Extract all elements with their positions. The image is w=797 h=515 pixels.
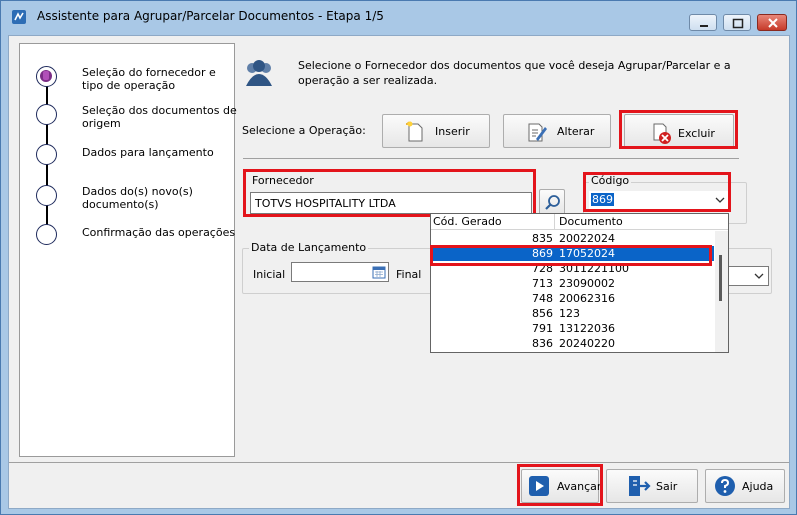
exit-label: Sair bbox=[656, 480, 678, 493]
dropdown-row[interactable]: 713 23090002 bbox=[431, 276, 714, 291]
wizard-window: Assistente para Agrupar/Parcelar Documen… bbox=[0, 0, 797, 515]
calendar-icon[interactable] bbox=[372, 265, 386, 279]
dropdown-scrollbar[interactable] bbox=[715, 231, 728, 352]
step-circle-icon bbox=[36, 224, 57, 245]
chevron-down-icon bbox=[754, 273, 764, 279]
step-active-icon bbox=[36, 66, 57, 87]
fornecedor-field[interactable]: TOTVS HOSPITALITY LTDA bbox=[250, 192, 532, 214]
help-icon bbox=[715, 476, 735, 496]
row-documento: 123 bbox=[559, 307, 580, 320]
delete-icon bbox=[653, 123, 671, 144]
help-button[interactable]: Ajuda bbox=[705, 469, 785, 503]
step-label: Confirmação das operações bbox=[82, 226, 236, 239]
dropdown-row[interactable]: 856 123 bbox=[431, 306, 714, 321]
column-header-codigo: Cód. Gerado bbox=[433, 215, 502, 228]
next-label: Avançar bbox=[557, 480, 602, 493]
edit-icon bbox=[528, 123, 547, 142]
scrollbar-thumb[interactable] bbox=[719, 255, 722, 301]
step-circle-icon bbox=[36, 144, 57, 165]
row-documento: 20240220 bbox=[559, 337, 615, 350]
row-documento: 23090002 bbox=[559, 277, 615, 290]
row-codigo: 713 bbox=[532, 277, 553, 290]
step-label: Dados para lançamento bbox=[82, 146, 214, 159]
codigo-combobox[interactable]: 869 bbox=[589, 191, 729, 211]
title-bar[interactable]: Assistente para Agrupar/Parcelar Documen… bbox=[1, 1, 796, 31]
row-codigo: 791 bbox=[532, 322, 553, 335]
steps-panel: Seleção do fornecedor e tipo de operação… bbox=[19, 43, 237, 457]
fornecedor-group-label: Fornecedor bbox=[250, 174, 316, 187]
row-documento: 13122036 bbox=[559, 322, 615, 335]
window-title: Assistente para Agrupar/Parcelar Documen… bbox=[37, 9, 384, 23]
row-codigo: 869 bbox=[532, 247, 553, 260]
search-icon bbox=[545, 195, 560, 210]
maximize-button[interactable] bbox=[723, 14, 751, 31]
row-codigo: 728 bbox=[532, 262, 553, 275]
edit-button[interactable]: Alterar bbox=[503, 114, 611, 148]
exit-icon bbox=[629, 476, 651, 496]
dropdown-row[interactable]: 791 13122036 bbox=[431, 321, 714, 336]
operation-label: Selecione a Operação: bbox=[242, 124, 366, 137]
codigo-value: 869 bbox=[591, 193, 614, 206]
separator bbox=[243, 158, 739, 159]
play-icon bbox=[529, 476, 549, 496]
minimize-button[interactable] bbox=[689, 14, 717, 31]
dropdown-row[interactable]: 728 3011221100 bbox=[431, 261, 714, 276]
next-button[interactable]: Avançar bbox=[521, 469, 602, 503]
footer-separator bbox=[9, 462, 789, 463]
column-header-documento: Documento bbox=[559, 215, 623, 228]
column-divider bbox=[554, 214, 555, 230]
step-label: Dados do(s) novo(s) documento(s) bbox=[82, 185, 193, 211]
header-description: Selecione o Fornecedor dos documentos qu… bbox=[298, 59, 731, 87]
users-icon bbox=[246, 60, 272, 86]
row-codigo: 856 bbox=[532, 307, 553, 320]
final-date-field[interactable] bbox=[727, 266, 769, 286]
row-documento: 3011221100 bbox=[559, 262, 629, 275]
help-label: Ajuda bbox=[742, 480, 774, 493]
maximize-icon bbox=[732, 18, 744, 29]
step-circle-icon bbox=[36, 185, 57, 206]
step-label: Seleção do fornecedor e tipo de operação bbox=[82, 66, 216, 92]
chevron-down-icon bbox=[715, 197, 725, 203]
step-circle-icon bbox=[36, 104, 57, 125]
delete-label: Excluir bbox=[678, 127, 715, 140]
minimize-icon bbox=[700, 25, 708, 27]
inicial-label: Inicial bbox=[253, 268, 286, 281]
exit-button[interactable]: Sair bbox=[606, 469, 698, 503]
dropdown-row[interactable]: 836 20240220 bbox=[431, 336, 714, 351]
step-label: Seleção dos documentos de origem bbox=[82, 104, 237, 130]
row-codigo: 836 bbox=[532, 337, 553, 350]
final-label: Final bbox=[396, 268, 422, 281]
insert-icon bbox=[406, 121, 423, 142]
dropdown-row[interactable]: 835 20022024 bbox=[431, 231, 714, 246]
dropdown-header: Cód. Gerado Documento bbox=[431, 214, 728, 230]
row-codigo: 748 bbox=[532, 292, 553, 305]
insert-label: Inserir bbox=[435, 125, 470, 138]
row-documento: 17052024 bbox=[559, 247, 615, 260]
edit-label: Alterar bbox=[557, 125, 595, 138]
row-documento: 20022024 bbox=[559, 232, 615, 245]
dropdown-row[interactable]: 748 20062316 bbox=[431, 291, 714, 306]
delete-button[interactable]: Excluir bbox=[624, 114, 734, 148]
data-lancamento-label: Data de Lançamento bbox=[249, 241, 369, 254]
row-documento: 20062316 bbox=[559, 292, 615, 305]
app-icon bbox=[12, 10, 26, 24]
dropdown-row[interactable]: 869 17052024 bbox=[431, 246, 714, 261]
codigo-dropdown-list[interactable]: Cód. Gerado Documento 835 20022024 869 1705… bbox=[430, 213, 729, 353]
codigo-group-label: Código bbox=[589, 174, 632, 187]
search-button[interactable] bbox=[539, 189, 565, 215]
close-button[interactable] bbox=[757, 14, 787, 31]
row-codigo: 835 bbox=[532, 232, 553, 245]
close-icon bbox=[768, 18, 778, 28]
insert-button[interactable]: Inserir bbox=[382, 114, 490, 148]
